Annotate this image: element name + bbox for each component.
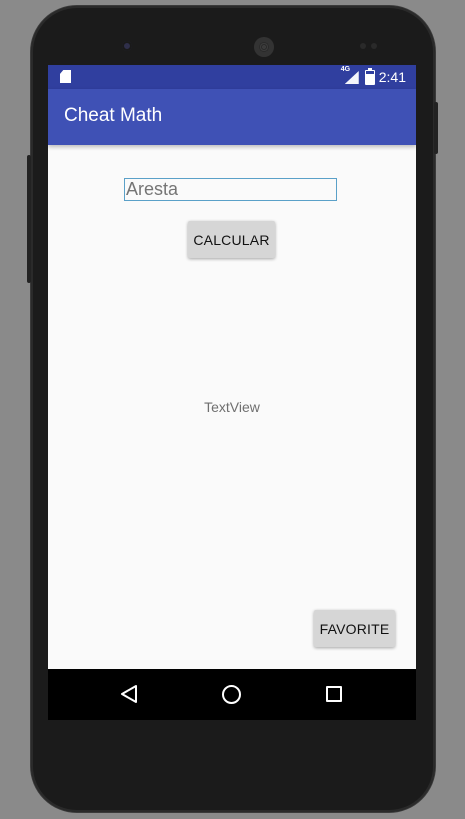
battery-icon <box>364 67 375 85</box>
network-type-label: 4G <box>340 66 351 73</box>
sensor-dot <box>371 43 377 49</box>
favorite-button[interactable]: FAVORITE <box>314 610 395 647</box>
recents-icon[interactable] <box>326 686 342 702</box>
result-text-view: TextView <box>204 399 260 415</box>
back-icon[interactable] <box>120 684 138 704</box>
calculate-button[interactable]: CALCULAR <box>188 221 275 258</box>
sd-card-icon <box>60 70 71 83</box>
app-bar: Cheat Math <box>48 89 416 145</box>
power-button <box>434 102 438 154</box>
volume-button <box>27 155 31 283</box>
speaker-grille <box>254 37 274 57</box>
front-camera <box>122 41 132 51</box>
status-time: 2:41 <box>378 69 406 85</box>
signal-icon: 4G <box>341 66 359 84</box>
app-title: Cheat Math <box>64 105 163 126</box>
device-screen: 4G 2:41 Cheat Math CALCULAR TextView FAV… <box>48 65 416 720</box>
home-icon[interactable] <box>222 685 241 704</box>
navigation-bar <box>48 669 416 720</box>
sensor-dot <box>360 43 366 49</box>
status-bar: 4G 2:41 <box>48 65 416 89</box>
aresta-input[interactable] <box>124 178 337 201</box>
